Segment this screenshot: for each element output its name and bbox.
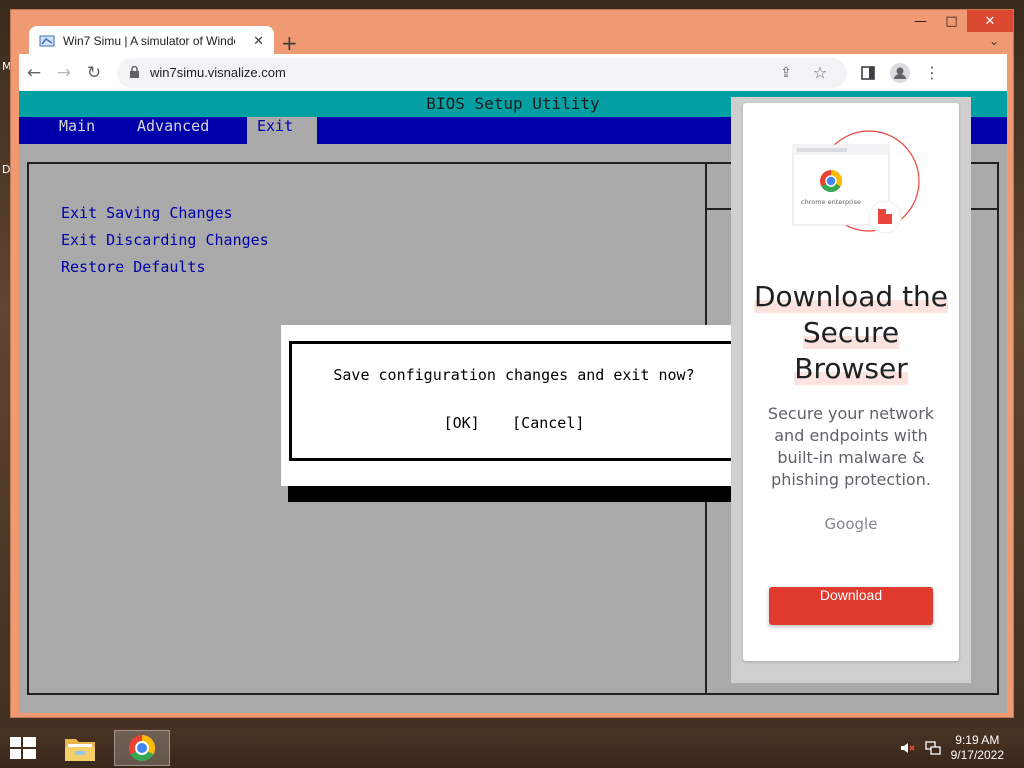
dialog-message: Save configuration changes and exit now? [333,366,695,384]
ad-download-button[interactable]: Download [769,587,933,625]
start-button-windows-icon[interactable] [8,735,38,761]
kebab-menu-icon[interactable]: ⋮ [917,58,947,88]
ad-subtext: Secure your network and endpoints with b… [767,404,935,489]
ad-container: chrome enterprise Download the Secure Br… [731,97,971,683]
exit-discarding-changes-option[interactable]: Exit Discarding Changes [61,227,269,254]
url-text: win7simu.visnalize.com [150,65,286,80]
lock-icon [130,66,139,78]
ok-button[interactable]: [OK] [444,414,480,432]
bookmark-star-icon[interactable]: ☆ [805,58,835,88]
browser-toolbar: ← → ↻ win7simu.visnalize.com ⇪ ☆ ⋮ [19,54,1007,91]
bios-menu-main[interactable]: Main [49,117,105,144]
ad-headline-line: Secure [802,316,900,349]
explorer-icon [65,739,95,761]
dialog-border: Save configuration changes and exit now?… [289,341,739,461]
bios-menu-exit[interactable]: Exit [247,117,317,144]
forward-icon[interactable]: → [49,58,79,88]
bios-exit-options: Exit Saving Changes Exit Discarding Chan… [61,200,269,281]
browser-window: — □ ✕ Win7 Simu | A simulator of Windows… [10,9,1014,718]
ad-card[interactable]: chrome enterprise Download the Secure Br… [743,103,959,661]
toolbar-right: ⋮ [853,58,947,88]
illustration-caption: chrome enterprise [801,198,861,206]
address-bar[interactable]: win7simu.visnalize.com ⇪ ☆ [117,57,847,88]
explorer-taskbar-button[interactable] [52,730,108,766]
taskbar: 9:19 AM 9/17/2022 [0,728,1024,768]
tab-strip: Win7 Simu | A simulator of Windows 7 ✕ +… [17,19,1013,56]
back-icon[interactable]: ← [19,58,49,88]
clock-date: 9/17/2022 [950,748,1004,762]
win7simu-favicon-icon [39,35,55,47]
chrome-icon [129,734,156,762]
exit-saving-changes-option[interactable]: Exit Saving Changes [61,200,269,227]
reload-icon[interactable]: ↻ [79,58,109,88]
tab-close-icon[interactable]: ✕ [253,34,264,49]
ad-headline-line: Browser [794,352,908,385]
system-tray: 9:19 AM 9/17/2022 [899,733,1004,763]
clock-time: 9:19 AM [955,733,1000,747]
page-viewport: BIOS Setup Utility Main Advanced Exit Ex… [19,91,1007,713]
bios-menu-advanced[interactable]: Advanced [127,117,219,144]
chrome-taskbar-button[interactable] [114,730,170,766]
chrome-enterprise-illustration: chrome enterprise [792,130,920,234]
browser-tab[interactable]: Win7 Simu | A simulator of Windows 7 ✕ [29,26,274,56]
restore-defaults-option[interactable]: Restore Defaults [61,254,269,281]
network-icon[interactable] [924,740,941,756]
ad-headline-line: Download the [753,280,949,313]
clock[interactable]: 9:19 AM 9/17/2022 [951,733,1004,763]
omnibox-actions: ⇪ ☆ [771,58,835,88]
tab-title: Win7 Simu | A simulator of Windows 7 [63,34,235,48]
dialog-buttons: [OK] [Cancel] [292,414,736,433]
share-icon[interactable]: ⇪ [771,58,801,88]
side-panel-icon[interactable] [853,58,883,88]
confirm-dialog: Save configuration changes and exit now?… [281,325,747,486]
new-tab-button[interactable]: + [281,31,298,55]
cancel-button[interactable]: [Cancel] [512,414,584,432]
ad-headline: Download the Secure Browser [743,279,959,387]
tab-search-chevron-icon[interactable]: ⌄ [989,34,999,48]
ad-brand: Google [824,515,878,533]
volume-muted-icon[interactable] [899,740,915,756]
profile-avatar-icon[interactable] [885,58,915,88]
